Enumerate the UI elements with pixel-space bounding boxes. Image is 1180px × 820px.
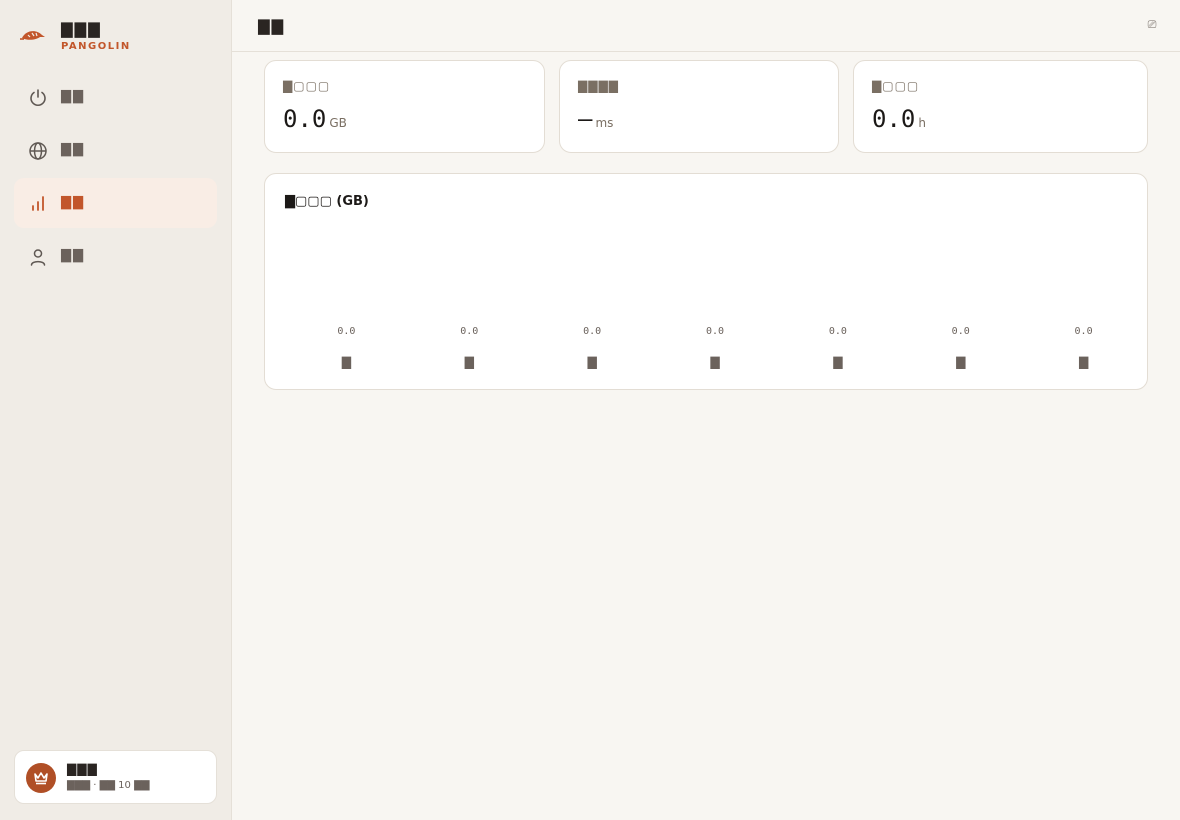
chart-value-label: 0.0 bbox=[583, 326, 601, 337]
chart-value-label: 0.0 bbox=[829, 326, 847, 337]
brand-subtitle: PANGOLIN bbox=[61, 41, 131, 52]
chart-category-label: ▇ bbox=[464, 355, 475, 369]
stat-label: ▇▢▢▢ bbox=[872, 79, 920, 93]
stat-label: ▇▢▢▢ bbox=[283, 79, 331, 93]
stat-card-duration: ▇▢▢▢ 0.0 h bbox=[853, 60, 1148, 153]
chart-category-label: ▇ bbox=[955, 355, 966, 369]
chart-category-label: ▇ bbox=[709, 355, 720, 369]
sidebar-item-label: ▇▇ bbox=[61, 248, 85, 263]
chart-category-label: ▇ bbox=[1078, 355, 1089, 369]
sidebar-item-globe[interactable]: ▇▇ bbox=[14, 125, 217, 175]
stat-unit: ms bbox=[595, 116, 614, 130]
chart-title: ▇▢▢▢ (GB) bbox=[285, 194, 369, 209]
stat-value: — ms bbox=[578, 105, 613, 133]
stat-number: — bbox=[578, 105, 593, 133]
sidebar-item-label: ▇▇ bbox=[61, 195, 85, 210]
sidebar-nav: ▇▇ ▇▇ ▇▇ ▇▇ bbox=[14, 72, 217, 284]
stat-unit: GB bbox=[329, 116, 347, 130]
sidebar: ▇▇▇ PANGOLIN ▇▇ ▇▇ ▇▇ ▇▇ ▇▇▇ ▇▇▇ · ▇▇ 10… bbox=[0, 0, 232, 820]
chart-value-label: 0.0 bbox=[337, 326, 355, 337]
bar-chart-icon bbox=[32, 196, 44, 211]
power-icon bbox=[30, 89, 46, 106]
chart-value-label: 0.0 bbox=[1075, 326, 1093, 337]
page-title: ▇▇ bbox=[258, 17, 286, 35]
chart-category-label: ▇ bbox=[587, 355, 598, 369]
bar-chart: 0.0 ▇ 0.0 ▇ 0.0 ▇ 0.0 ▇ 0.0 ▇ 0.0 ▇ 0.0 ▇ bbox=[337, 326, 1093, 369]
chart-value-label: 0.0 bbox=[952, 326, 970, 337]
crown-icon bbox=[34, 772, 48, 785]
globe-icon bbox=[29, 142, 47, 160]
sidebar-item-stats[interactable]: ▇▇ bbox=[14, 178, 217, 228]
account-card[interactable]: ▇▇▇ ▇▇▇ · ▇▇ 10 ▇▇ bbox=[14, 750, 217, 804]
account-plan: ▇▇▇ · ▇▇ 10 ▇▇ bbox=[67, 780, 150, 791]
user-icon bbox=[30, 249, 46, 266]
sidebar-item-label: ▇▇ bbox=[61, 142, 85, 157]
stat-number: 0.0 bbox=[872, 105, 916, 133]
refresh-icon[interactable]: ⎚ bbox=[1146, 17, 1158, 33]
brand-name: ▇▇▇ bbox=[61, 20, 102, 38]
chart-card: ▇▢▢▢ (GB) 0.0 ▇ 0.0 ▇ 0.0 ▇ 0.0 ▇ 0.0 ▇ 0.0 ▇ 0.0 ▇ bbox=[264, 173, 1148, 390]
sidebar-item-user[interactable]: ▇▇ bbox=[14, 231, 217, 281]
sidebar-item-power[interactable]: ▇▇ bbox=[14, 72, 217, 122]
pangolin-logo bbox=[20, 31, 45, 40]
account-name: ▇▇▇ bbox=[67, 762, 98, 776]
chart-value-label: 0.0 bbox=[460, 326, 478, 337]
stat-value: 0.0 GB bbox=[283, 105, 347, 133]
avatar bbox=[26, 763, 56, 793]
chart-value-label: 0.0 bbox=[706, 326, 724, 337]
stat-number: 0.0 bbox=[283, 105, 327, 133]
sidebar-item-label: ▇▇ bbox=[61, 89, 85, 104]
stat-unit: h bbox=[918, 116, 926, 130]
stat-card-latency: ▇▇▇▇ — ms bbox=[559, 60, 839, 153]
chart-category-label: ▇ bbox=[341, 355, 352, 369]
stat-label: ▇▇▇▇ bbox=[578, 79, 619, 93]
stat-card-traffic: ▇▢▢▢ 0.0 GB bbox=[264, 60, 545, 153]
chart-category-label: ▇ bbox=[832, 355, 843, 369]
stat-value: 0.0 h bbox=[872, 105, 926, 133]
topbar: ▇▇ ⎚ bbox=[232, 0, 1180, 52]
